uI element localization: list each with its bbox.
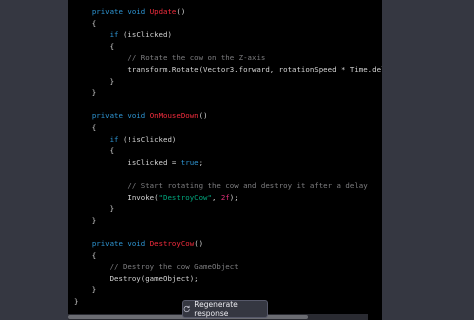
code-line: }: [74, 285, 97, 295]
code-line: }: [74, 204, 115, 214]
code-line: private void DestroyCow(): [91, 239, 204, 248]
code-line: Destroy(gameObject);: [74, 273, 199, 283]
code-line: if (isClicked): [109, 30, 172, 40]
regenerate-response-button[interactable]: Regenerate response: [182, 300, 268, 318]
code-line: }: [74, 76, 115, 86]
regenerate-response-label: Regenerate response: [194, 300, 238, 318]
code-line: }: [74, 88, 97, 98]
code-line: private void Update(): [91, 7, 186, 16]
code-line: private void OnMouseDown(): [91, 111, 208, 121]
code-line: // Destroy the cow GameObject: [109, 262, 239, 272]
refresh-icon: [183, 305, 190, 313]
code-line: if (!isClicked): [109, 134, 177, 144]
code-line: // Rotate the cow on the Z-axis: [127, 53, 266, 63]
code-line: transform.Rotate(Vector3.forward, rotati…: [127, 65, 382, 74]
code-line: Invoke("DestroyCow", 2f);: [74, 192, 239, 202]
code-line: {: [74, 41, 115, 51]
code-line: {: [74, 250, 97, 260]
code-line: }: [74, 297, 79, 306]
code-line: isClicked = true;: [74, 157, 204, 167]
code-line: {: [74, 146, 115, 156]
code-line: {: [74, 123, 97, 132]
code-line: {: [74, 18, 97, 28]
code-block: private void Update() { if (isClicked) {…: [68, 0, 382, 320]
code-line: }: [74, 215, 97, 225]
code-line: // Start rotating the cow and destroy it…: [127, 181, 368, 190]
